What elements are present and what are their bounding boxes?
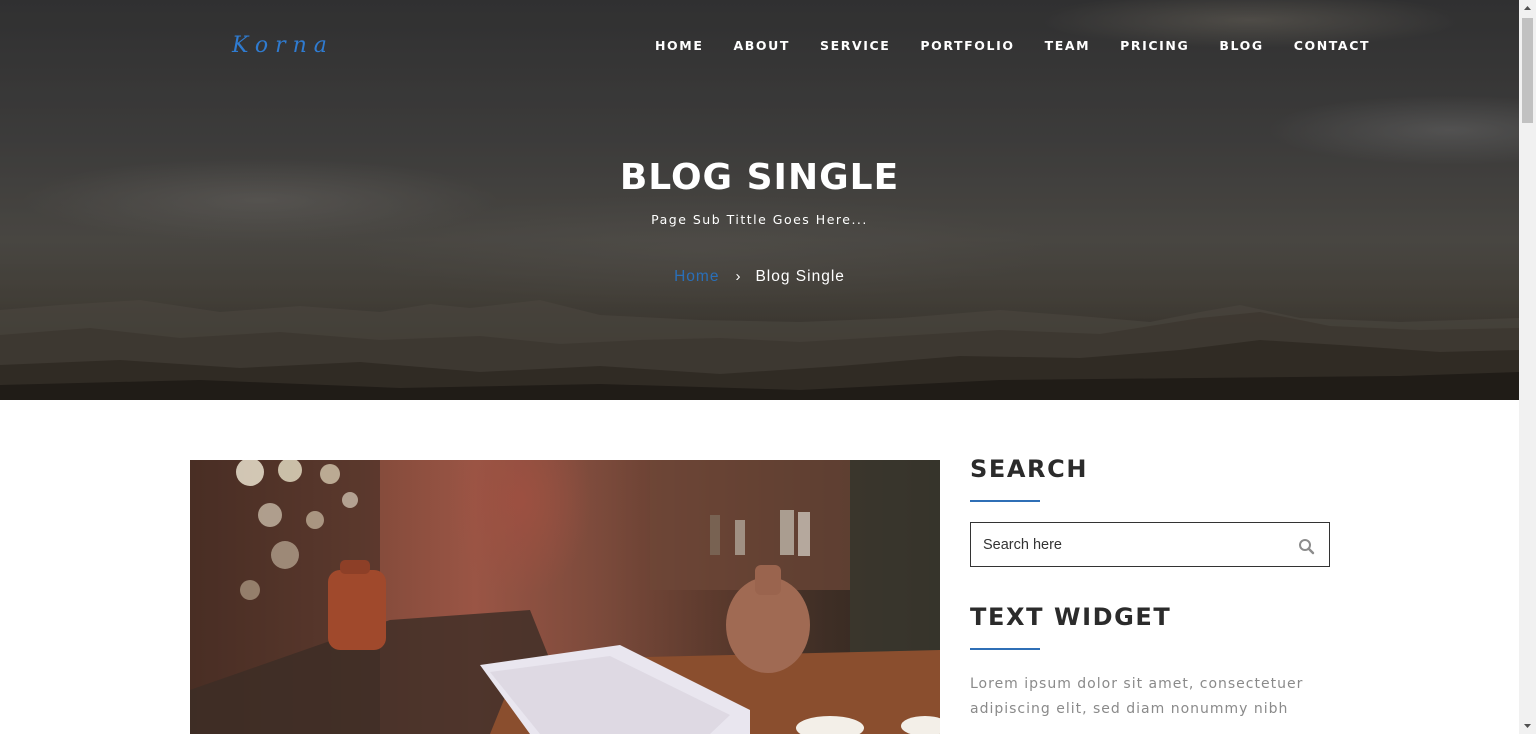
search-input[interactable] — [971, 523, 1295, 566]
breadcrumb: Home › Blog Single — [0, 268, 1519, 286]
search-widget-underline — [970, 500, 1040, 502]
blog-sidebar: SEARCH TEXT WIDGET Lorem ipsum dolor sit… — [970, 455, 1330, 722]
breadcrumb-home-link[interactable]: Home — [674, 268, 719, 285]
page-header-hero: Korna HOME ABOUT SERVICE PORTFOLIO TEAM … — [0, 0, 1519, 400]
main-navigation: HOME ABOUT SERVICE PORTFOLIO TEAM PRICIN… — [640, 38, 1369, 53]
site-logo[interactable]: Korna — [232, 33, 334, 58]
nav-item-pricing[interactable]: PRICING — [1105, 38, 1204, 53]
text-widget-title: TEXT WIDGET — [970, 603, 1172, 631]
hero-dark-overlay — [0, 0, 1519, 400]
nav-item-portfolio[interactable]: PORTFOLIO — [905, 38, 1029, 53]
nav-item-about[interactable]: ABOUT — [718, 38, 805, 53]
nav-item-blog[interactable]: BLOG — [1204, 38, 1278, 53]
scrollbar-thumb[interactable] — [1522, 18, 1533, 123]
blog-post-featured-image — [190, 460, 940, 734]
cafe-scene-illustration — [190, 460, 940, 734]
search-widget: SEARCH — [970, 455, 1330, 567]
text-widget: TEXT WIDGET Lorem ipsum dolor sit amet, … — [970, 603, 1330, 722]
nav-item-team[interactable]: TEAM — [1030, 38, 1106, 53]
page-title: BLOG SINGLE — [619, 157, 900, 198]
page-subtitle: Page Sub Tittle Goes Here... — [651, 212, 868, 227]
search-widget-title: SEARCH — [970, 455, 1089, 483]
text-widget-underline — [970, 648, 1040, 650]
search-box — [970, 522, 1330, 567]
page-scrollbar[interactable] — [1519, 0, 1536, 734]
scroll-down-arrow-icon[interactable] — [1519, 717, 1536, 734]
breadcrumb-chevron-icon: › — [735, 268, 742, 285]
text-widget-body: Lorem ipsum dolor sit amet, consectetuer… — [970, 676, 1304, 717]
nav-item-contact[interactable]: CONTACT — [1279, 38, 1385, 53]
nav-item-service[interactable]: SERVICE — [805, 38, 905, 53]
breadcrumb-current: Blog Single — [755, 268, 845, 285]
scroll-up-arrow-icon[interactable] — [1519, 0, 1536, 17]
search-icon[interactable] — [1297, 536, 1317, 556]
nav-item-home[interactable]: HOME — [640, 38, 718, 53]
